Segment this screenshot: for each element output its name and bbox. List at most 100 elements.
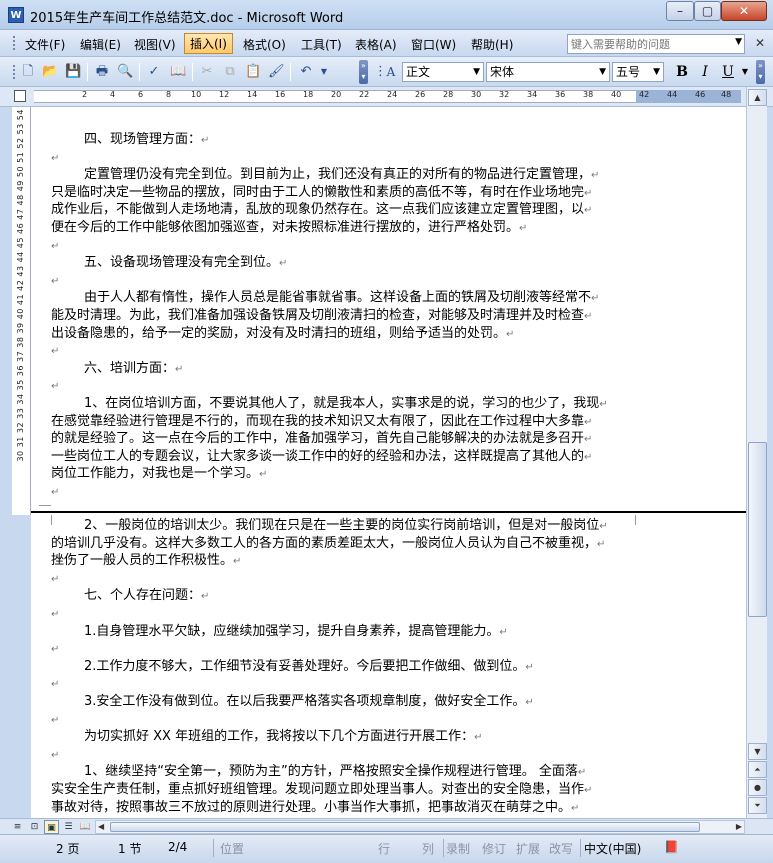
document-line[interactable]: 1、继续坚持“安全第一，预防为主”的方针，严格按照安全操作规程进行管理。 全面落… [51,763,637,782]
status-overtype[interactable]: 改写 [549,840,573,857]
word-app-icon[interactable]: W [8,7,24,23]
status-line[interactable]: 行 [378,840,390,857]
document-line[interactable]: 1、在岗位培训方面，不要说其他人了，就是我本人，实事求是的说，学习的也少了，我现… [51,395,637,414]
horizontal-ruler[interactable]: 2 4 6 8 10 12 14 16 18 20 22 24 26 28 30… [0,87,773,107]
copy-icon[interactable]: ⧉ [222,64,238,80]
document-line[interactable]: 的就是经验了。这一点在今后的工作中，准备加强学习，首先自己能够解决的办法就是多召… [51,430,637,449]
menu-grip[interactable] [12,35,16,51]
menu-format[interactable]: 格式(O) [240,35,289,54]
font-dropdown-icon[interactable]: ▼ [599,63,606,81]
format-painter-icon[interactable]: 🖌 [268,64,285,80]
document-area[interactable]: 四、现场管理方面：↵ ↵ 定置管理仍没有完全到位。到目前为止，我们还没有真正的对所有… [31,107,746,818]
document-line[interactable]: 五、设备现场管理没有完全到位。↵ [51,254,637,273]
spelling-icon[interactable]: ✓ [146,64,162,80]
menu-help[interactable]: 帮助(H) [468,35,516,54]
document-line[interactable]: 事故对待，按照事故三不放过的原则进行处理。小事当作大事抓，把事故消灭在萌芽之中。… [51,799,637,818]
menu-window[interactable]: 窗口(W) [408,35,459,54]
print-preview-icon[interactable]: 🔍 [117,64,133,80]
vertical-ruler[interactable]: 30 31 32 33 34 35 36 37 38 39 40 41 42 4… [12,107,31,515]
status-column[interactable]: 列 [422,840,434,857]
menu-table[interactable]: 表格(A) [352,35,400,54]
styles-formatting-icon[interactable]: A [382,64,400,80]
tab-selector[interactable] [14,90,26,102]
document-line[interactable]: ↵ [51,675,637,694]
help-dropdown-icon[interactable]: ▼ [735,37,742,47]
format-toolbar-chevron-icon[interactable]: » ▾ [756,60,765,84]
print-layout-icon[interactable]: ▣ [44,820,59,834]
toolbar-grip-2[interactable]: ⋮ [374,64,387,80]
document-line[interactable]: 由于人人都有惰性，操作人员总是能省事就省事。这样设备上面的铁屑及切削液等经常不↵ [51,289,637,308]
save-icon[interactable]: 💾 [65,64,81,80]
select-browse-object-icon[interactable]: ● [748,779,767,796]
document-line[interactable]: 便在今后的工作中能够依图加强巡查，对未按照标准进行摆放的，进行严格处罚。↵ [51,219,637,238]
document-line[interactable]: 一些岗位工人的专题会议，让大家多谈一谈工作中的好的经验和办法，这样既提高了其他人… [51,448,637,467]
document-line[interactable]: 为切实抓好 XX 年班组的工作，我将按以下几个方面进行开展工作：↵ [51,728,637,747]
undo-icon[interactable]: ↶ [298,64,314,80]
status-position[interactable]: 位置 [220,840,244,857]
scroll-right-icon[interactable]: ▶ [736,821,742,833]
font-size-combo[interactable]: 五号 ▼ [612,62,664,82]
spelling-status-icon[interactable]: 📕 [664,840,679,854]
menu-file[interactable]: 文件(F) [22,35,68,54]
status-page[interactable]: 2 页 [56,840,79,857]
status-section[interactable]: 1 节 [118,840,141,857]
document-line[interactable]: 能及时清理。为此，我们准备加强设备铁屑及切削液清扫的检查，对能够及时清理并及时检… [51,307,637,326]
document-line[interactable]: ↵ [51,483,637,502]
vertical-scrollbar[interactable]: ▲ ▼ ⏶ ● ⏷ [746,87,767,818]
help-question-input[interactable] [568,35,726,53]
print-icon[interactable]: 🖶 [94,64,110,80]
font-size-dropdown-icon[interactable]: ▼ [653,63,660,81]
document-line[interactable]: ↵ [51,605,637,624]
document-line[interactable]: ↵ [51,746,637,765]
scroll-up-icon[interactable]: ▲ [748,89,767,106]
undo-dropdown-icon[interactable]: ▼ [316,64,332,80]
cut-icon[interactable]: ✂ [199,64,215,80]
underline-button[interactable]: U [719,64,737,80]
document-line[interactable]: 2、一般岗位的培训太少。我们现在只是在一些主要的岗位实行岗前培训，但是对一般岗位… [51,517,637,536]
paste-icon[interactable]: 📋 [245,64,261,80]
document-line[interactable]: ↵ [51,640,637,659]
document-line[interactable]: 的培训几乎没有。这样大多数工人的各方面的素质差距太大，一般岗位人员认为自己不被重… [51,535,637,554]
document-line[interactable]: 定置管理仍没有完全到位。到目前为止，我们还没有真正的对所有的物品进行定置管理，↵ [51,166,637,185]
document-line[interactable]: 成作业后，不能做到人走场地清，乱放的现象仍然存在。这一点我们应该建立定置管理图，… [51,201,637,220]
help-question-box[interactable]: ▼ [567,34,745,54]
document-line[interactable]: ↵ [51,237,637,256]
maximize-button[interactable]: ▢ [694,1,721,21]
toolbar-options-chevron-icon[interactable]: » ▾ [359,60,368,84]
open-folder-icon[interactable]: 📂 [42,64,58,80]
status-track-changes[interactable]: 修订 [482,840,506,857]
document-line[interactable]: 出设备隐患的，给予一定的奖励，对没有及时清扫的班组，则给予适当的处罚。↵ [51,325,637,344]
horizontal-scrollbar[interactable]: ◀ ▶ [95,820,745,834]
menu-insert[interactable]: 插入(I) [184,33,233,54]
font-combo[interactable]: 宋体 ▼ [486,62,610,82]
scroll-down-icon[interactable]: ▼ [748,743,767,760]
document-line[interactable]: 四、现场管理方面：↵ [51,131,637,150]
document-line[interactable]: 1.自身管理水平欠缺，应继续加强学习，提升自身素养，提高管理能力。↵ [51,623,637,642]
document-line[interactable]: 2.工作力度不够大，工作细节没有妥善处理好。今后要把工作做细、做到位。↵ [51,658,637,677]
menu-tools[interactable]: 工具(T) [298,35,345,54]
horizontal-scroll-thumb[interactable] [110,822,700,832]
previous-page-icon[interactable]: ⏶ [748,761,767,778]
close-button[interactable]: ✕ [721,1,767,21]
toolbar-grip[interactable] [12,64,16,80]
status-language[interactable]: 中文(中国) [584,840,641,857]
document-line[interactable]: 岗位工作能力，对我也是一个学习。↵ [51,465,637,484]
document-line[interactable]: ↵ [51,149,637,168]
document-line[interactable]: 在感觉靠经验进行管理是不行的，而现在我的技术知识又太有限了，因此在工作过程中大多… [51,413,637,432]
document-line[interactable]: 只是临时决定一些物品的摆放，同时由于工人的懒散性和素质的高低不等，有时在作业场地… [51,184,637,203]
document-line[interactable]: ↵ [51,272,637,291]
web-layout-icon[interactable]: ⊡ [27,820,42,834]
italic-button[interactable]: I [696,64,714,80]
menu-edit[interactable]: 编辑(E) [77,35,124,54]
document-line[interactable]: ↵ [51,570,637,589]
status-record[interactable]: 录制 [446,840,470,857]
bold-button[interactable]: B [673,64,691,80]
status-extend[interactable]: 扩展 [516,840,540,857]
document-line[interactable]: ↵ [51,342,637,361]
scroll-left-icon[interactable]: ◀ [98,821,104,833]
document-line[interactable]: 七、个人存在问题：↵ [51,587,637,606]
research-icon[interactable]: 📖 [170,64,186,80]
next-page-icon[interactable]: ⏷ [748,797,767,814]
style-dropdown-icon[interactable]: ▼ [473,63,480,81]
doc-close-icon[interactable]: ✕ [755,36,765,50]
